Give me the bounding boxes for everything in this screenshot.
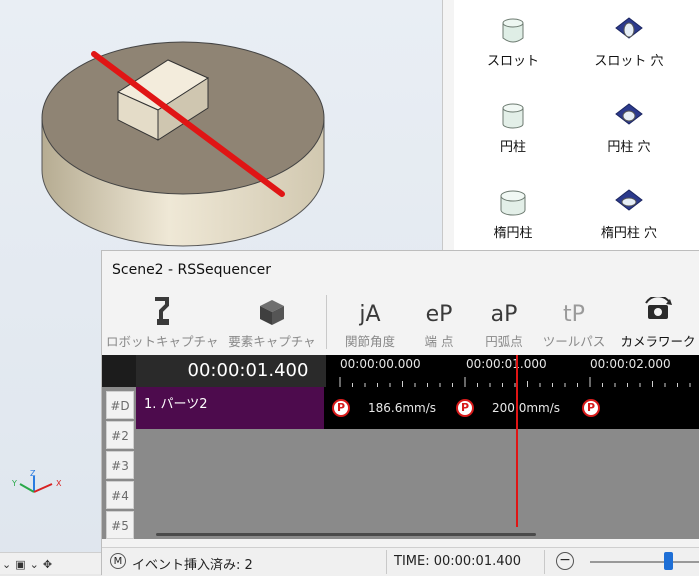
palette-item-cylinder[interactable]: 円柱 (458, 102, 568, 155)
arc-point-button[interactable]: aP 円弧点 (472, 289, 536, 355)
palette-item-elliptic-cylinder-hole[interactable]: 楕円柱 穴 (574, 188, 684, 241)
point-marker[interactable]: P (582, 399, 600, 417)
axis-triad-icon: Z Y X (11, 469, 62, 493)
palette-item-slot-hole[interactable]: スロット 穴 (574, 16, 684, 69)
part-label: 1. パーツ2 (144, 397, 208, 412)
camera-work-icon (645, 297, 672, 319)
ruler-label: 00:00:00.000 (340, 357, 421, 371)
joint-angle-button[interactable]: jA 関節角度 (334, 289, 406, 355)
cube-view-icon[interactable]: ▣ (15, 558, 25, 571)
svg-text:Y: Y (11, 479, 17, 488)
element-capture-icon (260, 300, 284, 325)
speed-label: 200.0mm/s (492, 401, 561, 415)
elliptic-cylinder-icon (500, 190, 526, 216)
point-marker[interactable]: P (456, 399, 474, 417)
shape-palette: スロット スロット 穴 円柱 円柱 穴 楕円柱 楕円柱 穴 (454, 0, 699, 250)
camera-work-button[interactable]: カメラワーク (616, 289, 699, 355)
sequencer-window: Scene2 - RSSequencer ロボットキャプチャ 要素キャプチャ j… (101, 250, 699, 576)
event-count-text: イベント挿入済み: 2 (132, 558, 253, 573)
end-point-icon: eP (425, 302, 453, 327)
cylinder-hole-icon (615, 103, 643, 125)
row-header[interactable]: #5 (106, 511, 134, 539)
cylinder-icon (502, 103, 524, 129)
robot-capture-icon (155, 297, 169, 325)
row-header[interactable]: #3 (106, 451, 134, 479)
row-header[interactable]: #D (106, 391, 134, 419)
end-point-button[interactable]: eP 端 点 (408, 289, 470, 355)
row-header[interactable]: #2 (106, 421, 134, 449)
zoom-slider-knob[interactable] (664, 552, 673, 570)
status-bar: M イベント挿入済み: 2 TIME: 00:00:01.400 − (102, 547, 699, 576)
move-view-icon[interactable]: ✥ (43, 558, 52, 571)
row-header[interactable]: #4 (106, 481, 134, 509)
svg-text:Z: Z (30, 469, 36, 478)
chevron-down-icon[interactable]: ⌄ (30, 558, 39, 571)
ruler-label: 00:00:01.000 (466, 357, 547, 371)
palette-item-elliptic-cylinder[interactable]: 楕円柱 (458, 188, 568, 241)
robot-capture-button[interactable]: ロボットキャプチャ (106, 289, 218, 355)
chevron-down-icon[interactable]: ⌄ (2, 558, 11, 571)
mode-indicator[interactable]: M (110, 553, 126, 569)
speed-label: 186.6mm/s (368, 401, 437, 415)
status-separator (386, 550, 387, 574)
point-marker[interactable]: P (332, 399, 350, 417)
part-block[interactable]: 1. パーツ2 (136, 387, 324, 429)
track-area: #D #2 #3 #4 #5 1. パーツ2 P 186.6mm/s P 200… (102, 387, 699, 539)
elliptic-cylinder-hole-icon (615, 189, 643, 211)
palette-item-cylinder-hole[interactable]: 円柱 穴 (574, 102, 684, 155)
scrollbar-thumb[interactable] (156, 533, 536, 536)
ribbon-separator (326, 295, 327, 349)
zoom-slider[interactable] (590, 561, 699, 563)
track-row-1[interactable]: 1. パーツ2 P 186.6mm/s P 200.0mm/s P (136, 387, 699, 429)
slot-hole-icon (615, 17, 643, 39)
horizontal-scrollbar[interactable] (136, 529, 699, 539)
slot-shape-icon (502, 18, 524, 43)
tool-path-button[interactable]: tP ツールパス (538, 289, 610, 355)
zoom-out-button[interactable]: − (556, 552, 574, 570)
arc-point-icon: aP (490, 302, 518, 327)
joint-angle-icon: jA (359, 302, 381, 327)
palette-item-slot[interactable]: スロット (458, 16, 568, 69)
element-capture-button[interactable]: 要素キャプチャ (220, 289, 324, 355)
viewport-toolbar: ⌄ ▣ ⌄ ✥ (0, 552, 112, 574)
time-readout: TIME: 00:00:01.400 (394, 554, 522, 569)
svg-text:X: X (56, 479, 62, 488)
status-separator (544, 550, 545, 574)
playhead[interactable] (516, 355, 518, 527)
time-ruler[interactable]: 00:00:00.000 00:00:01.000 00:00:02.000 (326, 355, 699, 387)
tool-path-icon: tP (563, 302, 585, 327)
ribbon-toolbar: ロボットキャプチャ 要素キャプチャ jA 関節角度 eP 端 点 aP 円弧点 (102, 289, 699, 356)
window-title[interactable]: Scene2 - RSSequencer (102, 251, 699, 289)
ruler-ticks (339, 377, 691, 387)
ruler-label: 00:00:02.000 (590, 357, 671, 371)
